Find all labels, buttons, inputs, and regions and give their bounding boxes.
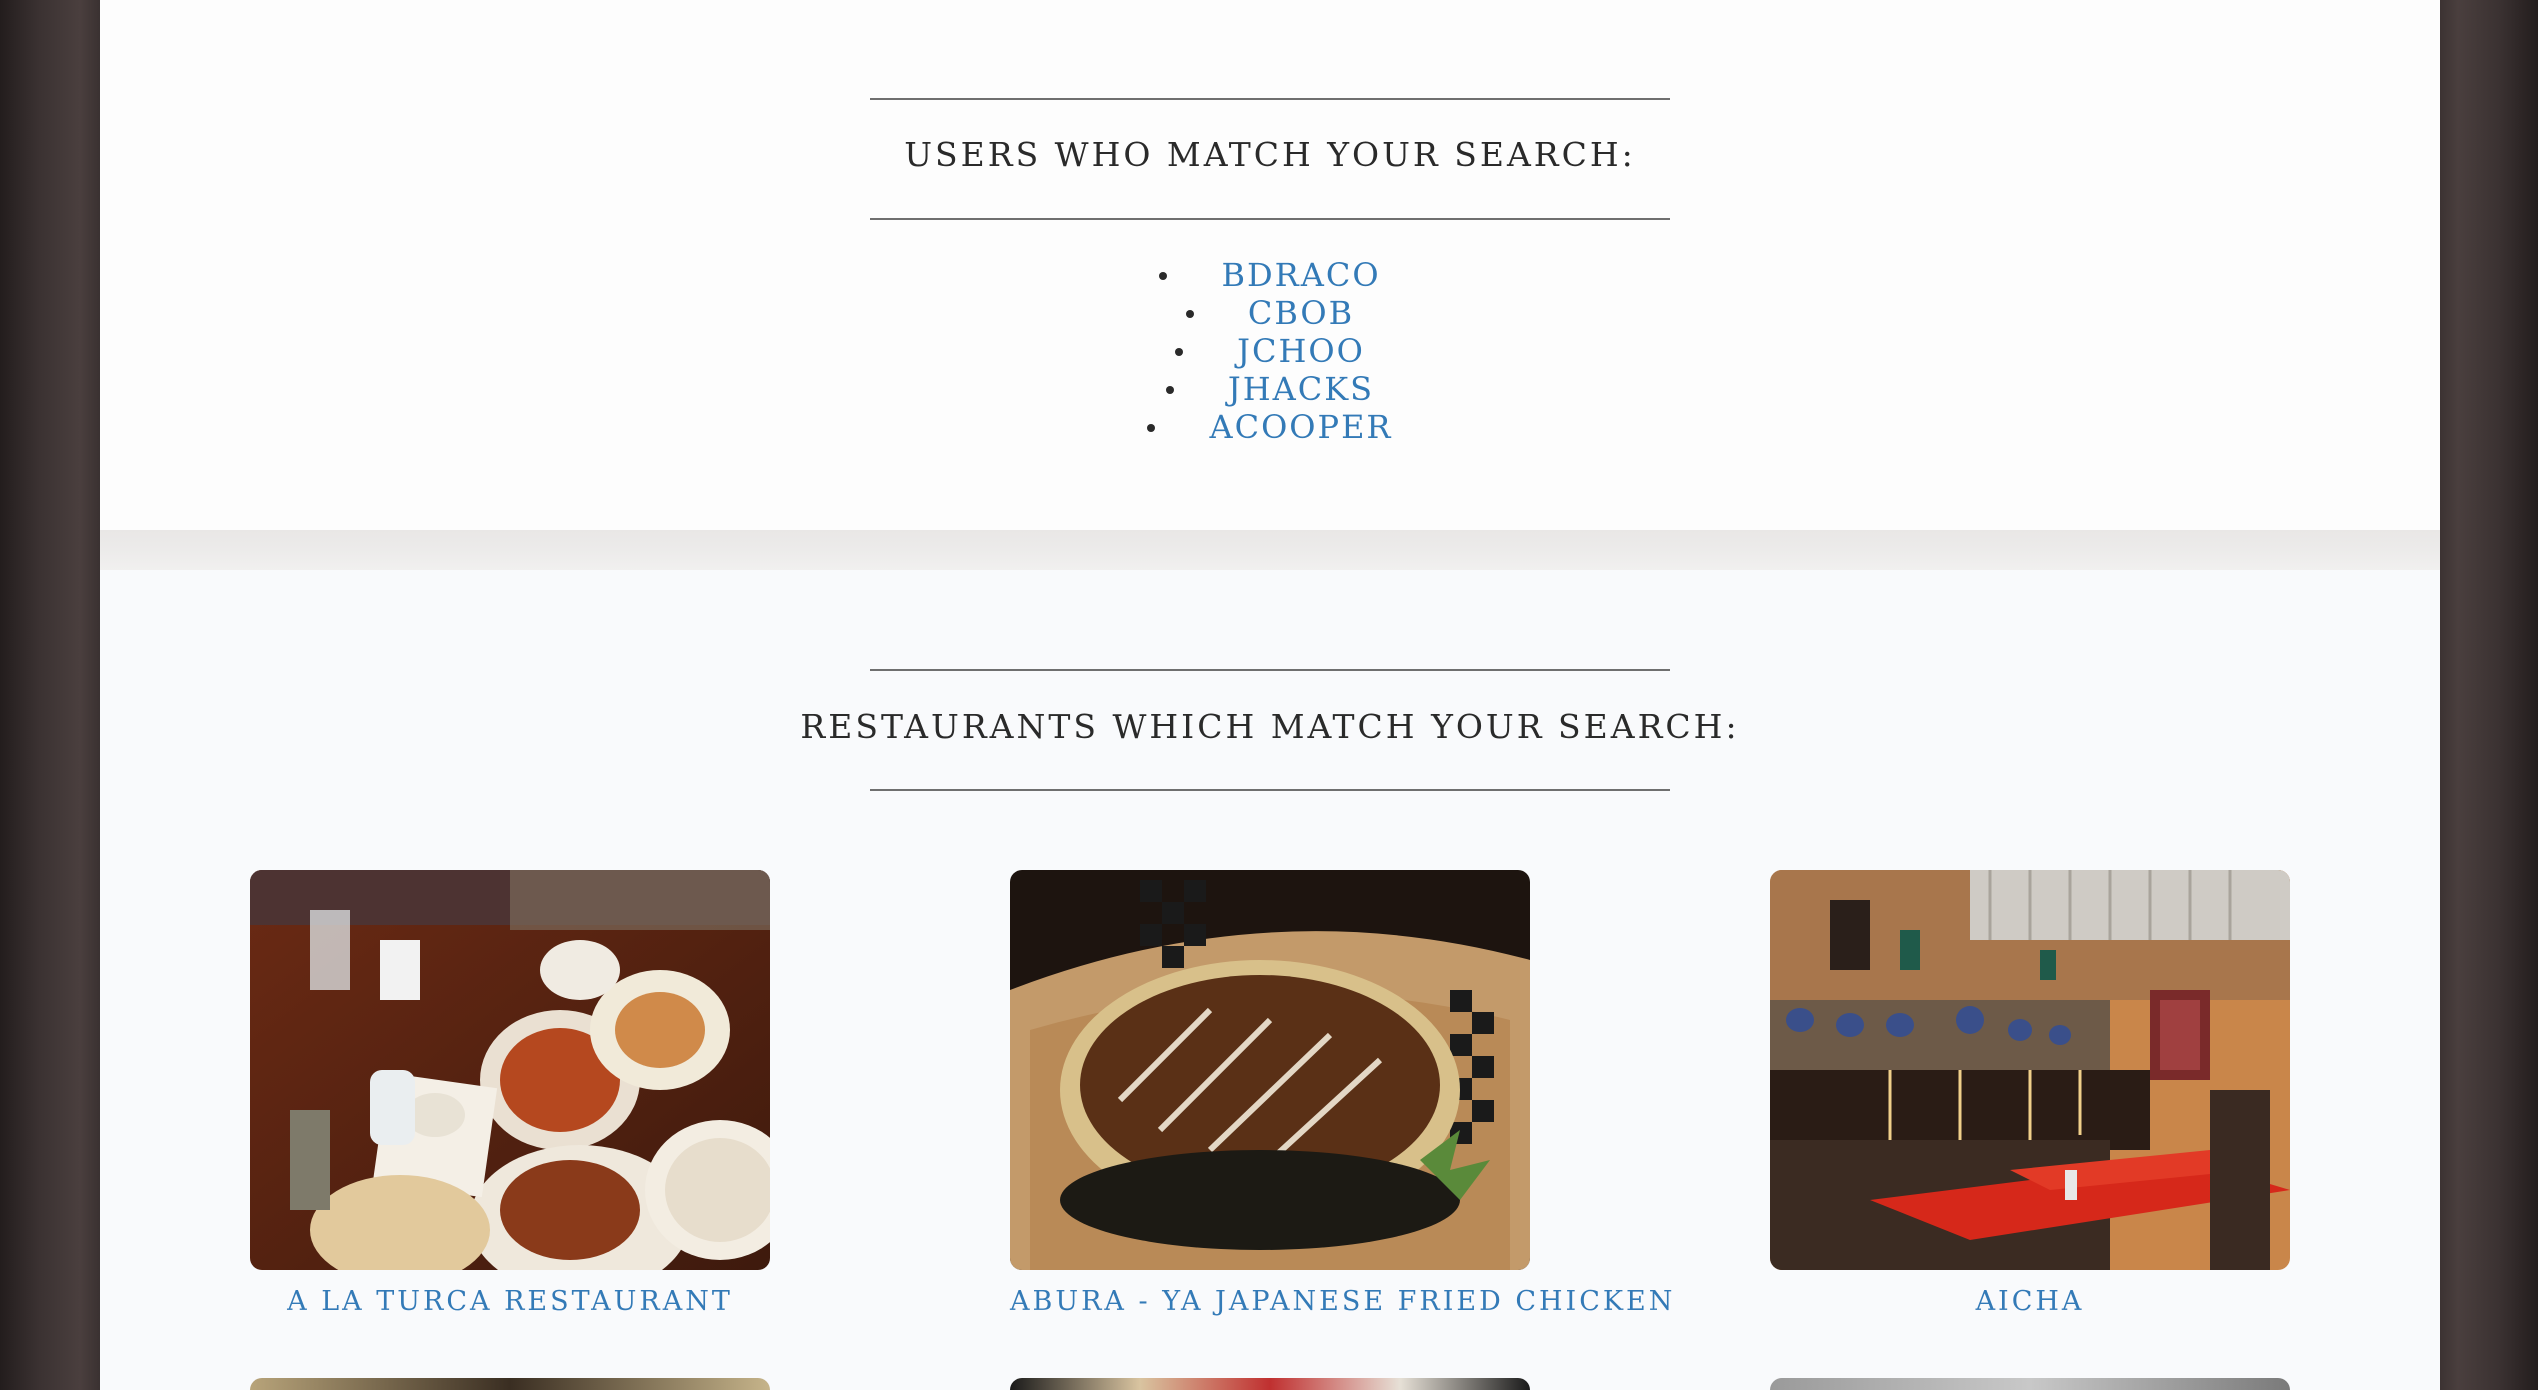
bullet-icon [1165,385,1174,394]
user-link-jchoo[interactable]: JCHOO [1237,332,1365,370]
restaurant-card[interactable]: AICHA [1770,870,2290,1317]
restaurant-photo-partial[interactable] [250,1378,770,1390]
restaurant-name-link[interactable]: AICHA [1770,1286,2290,1317]
list-item: JHACKS [100,370,2440,408]
section-separator-band [100,530,2440,570]
divider-bottom [870,789,1670,791]
bullet-icon [1185,309,1194,318]
bullet-icon [1147,423,1156,432]
users-heading: USERS WHO MATCH YOUR SEARCH: [904,135,1636,174]
interior-photo-icon [1770,870,2290,1270]
user-link-jhacks[interactable]: JHACKS [1228,370,1374,408]
restaurant-photo[interactable] [250,870,770,1270]
list-item: BDRACO [100,256,2440,294]
main-container: USERS WHO MATCH YOUR SEARCH: BDRACO CBOB… [100,0,2440,1390]
restaurant-name-link[interactable]: A LA TURCA RESTAURANT [250,1286,770,1317]
list-item: JCHOO [100,332,2440,370]
food-photo-icon [1010,870,1530,1270]
restaurant-photo[interactable] [1770,870,2290,1270]
restaurant-photo-partial[interactable] [1770,1378,2290,1390]
restaurant-photo[interactable] [1010,870,1530,1270]
divider-bottom [870,218,1670,220]
list-item: ACOOPER [100,408,2440,446]
user-link-bdraco[interactable]: BDRACO [1221,256,1380,294]
restaurant-card[interactable]: ABURA - YA JAPANESE FRIED CHICKEN [1010,870,1672,1317]
user-link-acooper[interactable]: ACOOPER [1209,408,1392,446]
bullet-icon [1175,347,1184,356]
bullet-icon [1159,271,1168,280]
user-list: BDRACO CBOB JCHOO JHACKS ACOOPER [100,256,2440,446]
restaurants-heading: RESTAURANTS WHICH MATCH YOUR SEARCH: [800,707,1740,746]
users-section: USERS WHO MATCH YOUR SEARCH: BDRACO CBOB… [100,0,2440,530]
divider-top [870,98,1670,100]
divider-top [870,669,1670,671]
restaurant-card[interactable]: A LA TURCA RESTAURANT [250,870,770,1317]
user-link-cbob[interactable]: CBOB [1248,294,1354,332]
food-photo-icon [250,870,770,1270]
restaurant-photo-partial[interactable] [1010,1378,1530,1390]
list-item: CBOB [100,294,2440,332]
restaurant-name-link[interactable]: ABURA - YA JAPANESE FRIED CHICKEN [1010,1286,1672,1317]
